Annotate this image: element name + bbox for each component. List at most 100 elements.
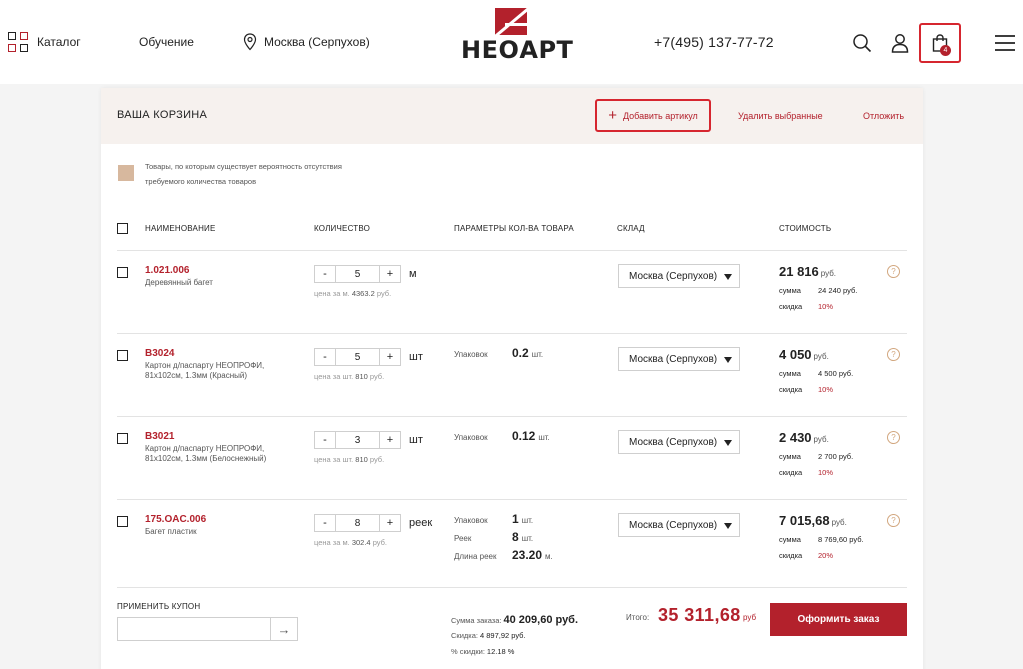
catalog-grid-icon xyxy=(8,32,28,52)
help-icon[interactable]: ? xyxy=(887,348,900,361)
quantity-stepper: - 5 + м xyxy=(314,265,417,283)
increase-button[interactable]: + xyxy=(379,514,401,532)
row-checkbox[interactable] xyxy=(117,433,128,444)
column-header-cost: СТОИМОСТЬ xyxy=(779,224,832,233)
product-code-link[interactable]: B3024 xyxy=(145,348,174,359)
apply-coupon-button[interactable]: → xyxy=(270,617,298,641)
item-cost: 4 050 руб. xyxy=(779,347,829,362)
quantity-unit: м xyxy=(409,268,417,280)
city-label: Москва (Серпухов) xyxy=(264,35,370,49)
warehouse-select[interactable]: Москва (Серпухов) xyxy=(618,347,740,371)
product-code-link[interactable]: 175.OAC.006 xyxy=(145,514,206,525)
order-sum: Сумма заказа: 40 209,60 руб. xyxy=(451,614,579,626)
dropdown-arrow-icon xyxy=(724,523,732,529)
warehouse-select[interactable]: Москва (Серпухов) xyxy=(618,513,740,537)
availability-legend-swatch xyxy=(118,165,134,181)
help-icon[interactable]: ? xyxy=(887,265,900,278)
cart-row: 1.021.006 Деревянный багет - 5 + м цена … xyxy=(117,250,907,333)
column-header-params: ПАРАМЕТРЫ КОЛ-ВА ТОВАРА xyxy=(454,224,574,233)
param-line: Упаковок 0.2 шт. xyxy=(454,346,544,360)
item-cost: 2 430 руб. xyxy=(779,430,829,445)
row-checkbox[interactable] xyxy=(117,350,128,361)
quantity-params: Упаковок 0.12 шт. xyxy=(454,429,594,447)
user-icon xyxy=(891,34,909,53)
quantity-unit: шт xyxy=(409,434,423,446)
help-icon[interactable]: ? xyxy=(887,514,900,527)
quantity-input[interactable]: 5 xyxy=(336,348,379,366)
location-pin-icon xyxy=(243,33,257,51)
dropdown-arrow-icon xyxy=(724,357,732,363)
hamburger-icon xyxy=(995,35,1015,51)
product-name: Картон д/паспарту НЕОПРОФИ, 81x102см, 1.… xyxy=(145,361,265,380)
unit-price: цена за шт. 810 руб. xyxy=(314,372,385,381)
product-code-link[interactable]: 1.021.006 xyxy=(145,265,190,276)
quantity-input[interactable]: 3 xyxy=(336,431,379,449)
search-button[interactable] xyxy=(845,26,879,60)
training-link[interactable]: Обучение xyxy=(139,0,194,84)
total-label: Итого: xyxy=(626,613,650,622)
search-icon xyxy=(853,34,872,53)
param-line: Длина реек 23.20 м. xyxy=(454,548,553,562)
checkout-button[interactable]: Оформить заказ xyxy=(770,603,907,636)
item-sum: сумма 4 500 руб. xyxy=(779,369,854,378)
item-sum: сумма 24 240 руб. xyxy=(779,286,858,295)
delete-selected-link[interactable]: Удалить выбранные xyxy=(738,111,823,121)
product-name: Багет пластик xyxy=(145,527,197,536)
dropdown-arrow-icon xyxy=(724,440,732,446)
increase-button[interactable]: + xyxy=(379,431,401,449)
city-selector[interactable]: Москва (Серпухов) xyxy=(243,0,370,84)
decrease-button[interactable]: - xyxy=(314,348,336,366)
quantity-unit: реек xyxy=(409,517,433,529)
quantity-params: Упаковок 0.2 шт. xyxy=(454,346,594,364)
decrease-button[interactable]: - xyxy=(314,514,336,532)
add-article-button[interactable]: + Добавить артикул xyxy=(595,99,711,132)
row-checkbox[interactable] xyxy=(117,267,128,278)
warehouse-select[interactable]: Москва (Серпухов) xyxy=(618,264,740,288)
item-discount: скидка 20% xyxy=(779,551,834,560)
item-cost: 21 816 руб. xyxy=(779,264,837,279)
quantity-stepper: - 3 + шт xyxy=(314,431,423,449)
dropdown-arrow-icon xyxy=(724,274,732,280)
quantity-params: Упаковок 1 шт. Реек 8 шт. Длина реек 23.20 м. xyxy=(454,512,594,566)
increase-button[interactable]: + xyxy=(379,348,401,366)
phone-number[interactable]: +7(495) 137-77-72 xyxy=(654,0,774,84)
order-discount: Скидка: 4 897,92 руб. xyxy=(451,631,526,640)
catalog-menu[interactable]: Каталог xyxy=(8,0,81,84)
postpone-link[interactable]: Отложить xyxy=(863,111,904,121)
product-name: Картон д/паспарту НЕОПРОФИ, 81x102см, 1.… xyxy=(145,444,267,463)
product-code-link[interactable]: B3021 xyxy=(145,431,174,442)
help-icon[interactable]: ? xyxy=(887,431,900,444)
add-article-label: Добавить артикул xyxy=(622,110,698,121)
logo-mark-icon xyxy=(495,8,527,35)
availability-legend-text: Товары, по которым существует вероятност… xyxy=(145,162,342,186)
warehouse-select[interactable]: Москва (Серпухов) xyxy=(618,430,740,454)
account-button[interactable] xyxy=(883,26,917,60)
coupon-input[interactable] xyxy=(117,617,271,641)
cart-panel: ВАША КОРЗИНА + Добавить артикул Удалить … xyxy=(101,88,923,669)
cart-button[interactable]: 4 xyxy=(919,23,961,63)
column-header-warehouse: СКЛАД xyxy=(617,224,645,233)
quantity-stepper: - 8 + реек xyxy=(314,514,432,532)
hamburger-menu-button[interactable] xyxy=(988,26,1022,60)
cart-row: 175.OAC.006 Багет пластик - 8 + реек цен… xyxy=(117,499,907,587)
product-name: Деревянный багет xyxy=(145,278,213,287)
total-value: 35 311,68 xyxy=(658,605,741,625)
unit-price: цена за м. 302.4 руб. xyxy=(314,538,387,547)
increase-button[interactable]: + xyxy=(379,265,401,283)
quantity-stepper: - 5 + шт xyxy=(314,348,423,366)
item-discount: скидка 10% xyxy=(779,468,834,477)
item-discount: скидка 10% xyxy=(779,385,834,394)
decrease-button[interactable]: - xyxy=(314,431,336,449)
quantity-input[interactable]: 8 xyxy=(336,514,379,532)
quantity-input[interactable]: 5 xyxy=(336,265,379,283)
neoart-logo[interactable]: НЕОАРТ xyxy=(461,8,573,68)
site-header: Каталог Обучение Москва (Серпухов) НЕОАР… xyxy=(0,0,1023,84)
catalog-label: Каталог xyxy=(37,35,81,49)
param-line: Реек 8 шт. xyxy=(454,530,534,544)
row-checkbox[interactable] xyxy=(117,516,128,527)
select-all-checkbox[interactable] xyxy=(117,223,128,234)
coupon-label: ПРИМЕНИТЬ КУПОН xyxy=(117,602,201,611)
cart-row: B3021 Картон д/паспарту НЕОПРОФИ, 81x102… xyxy=(117,416,907,499)
cart-count-badge: 4 xyxy=(940,45,951,56)
decrease-button[interactable]: - xyxy=(314,265,336,283)
